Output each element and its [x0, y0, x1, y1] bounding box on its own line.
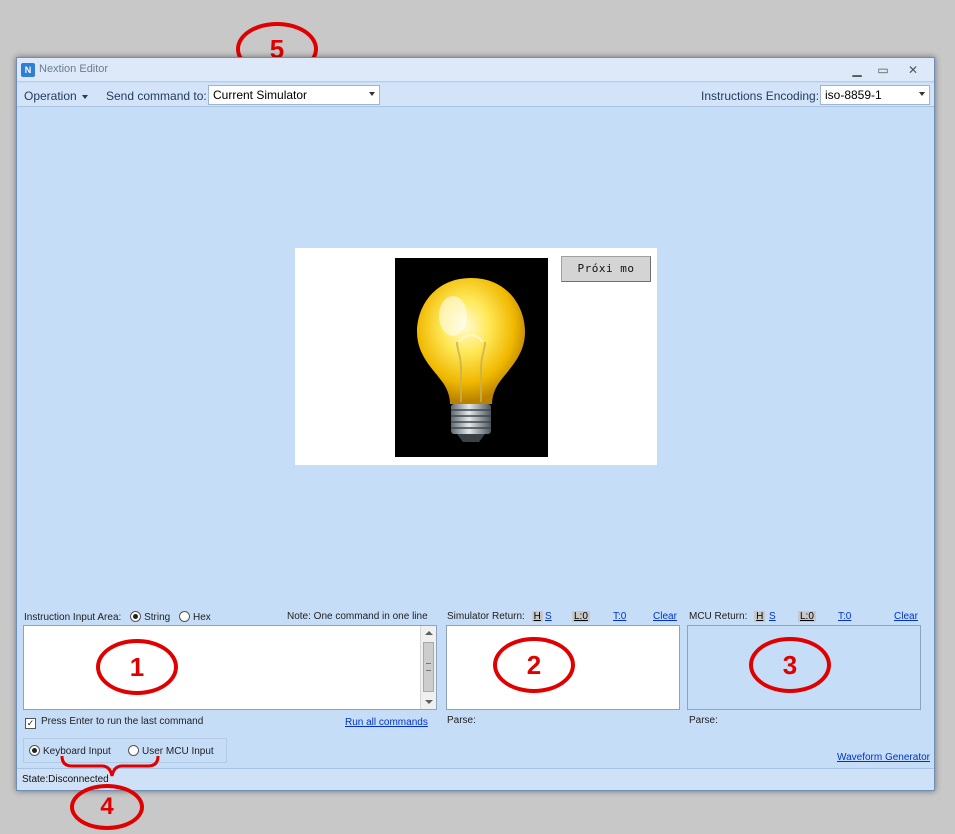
annotation-4-bracket [60, 755, 160, 777]
annotation-4: 4 [70, 784, 144, 830]
